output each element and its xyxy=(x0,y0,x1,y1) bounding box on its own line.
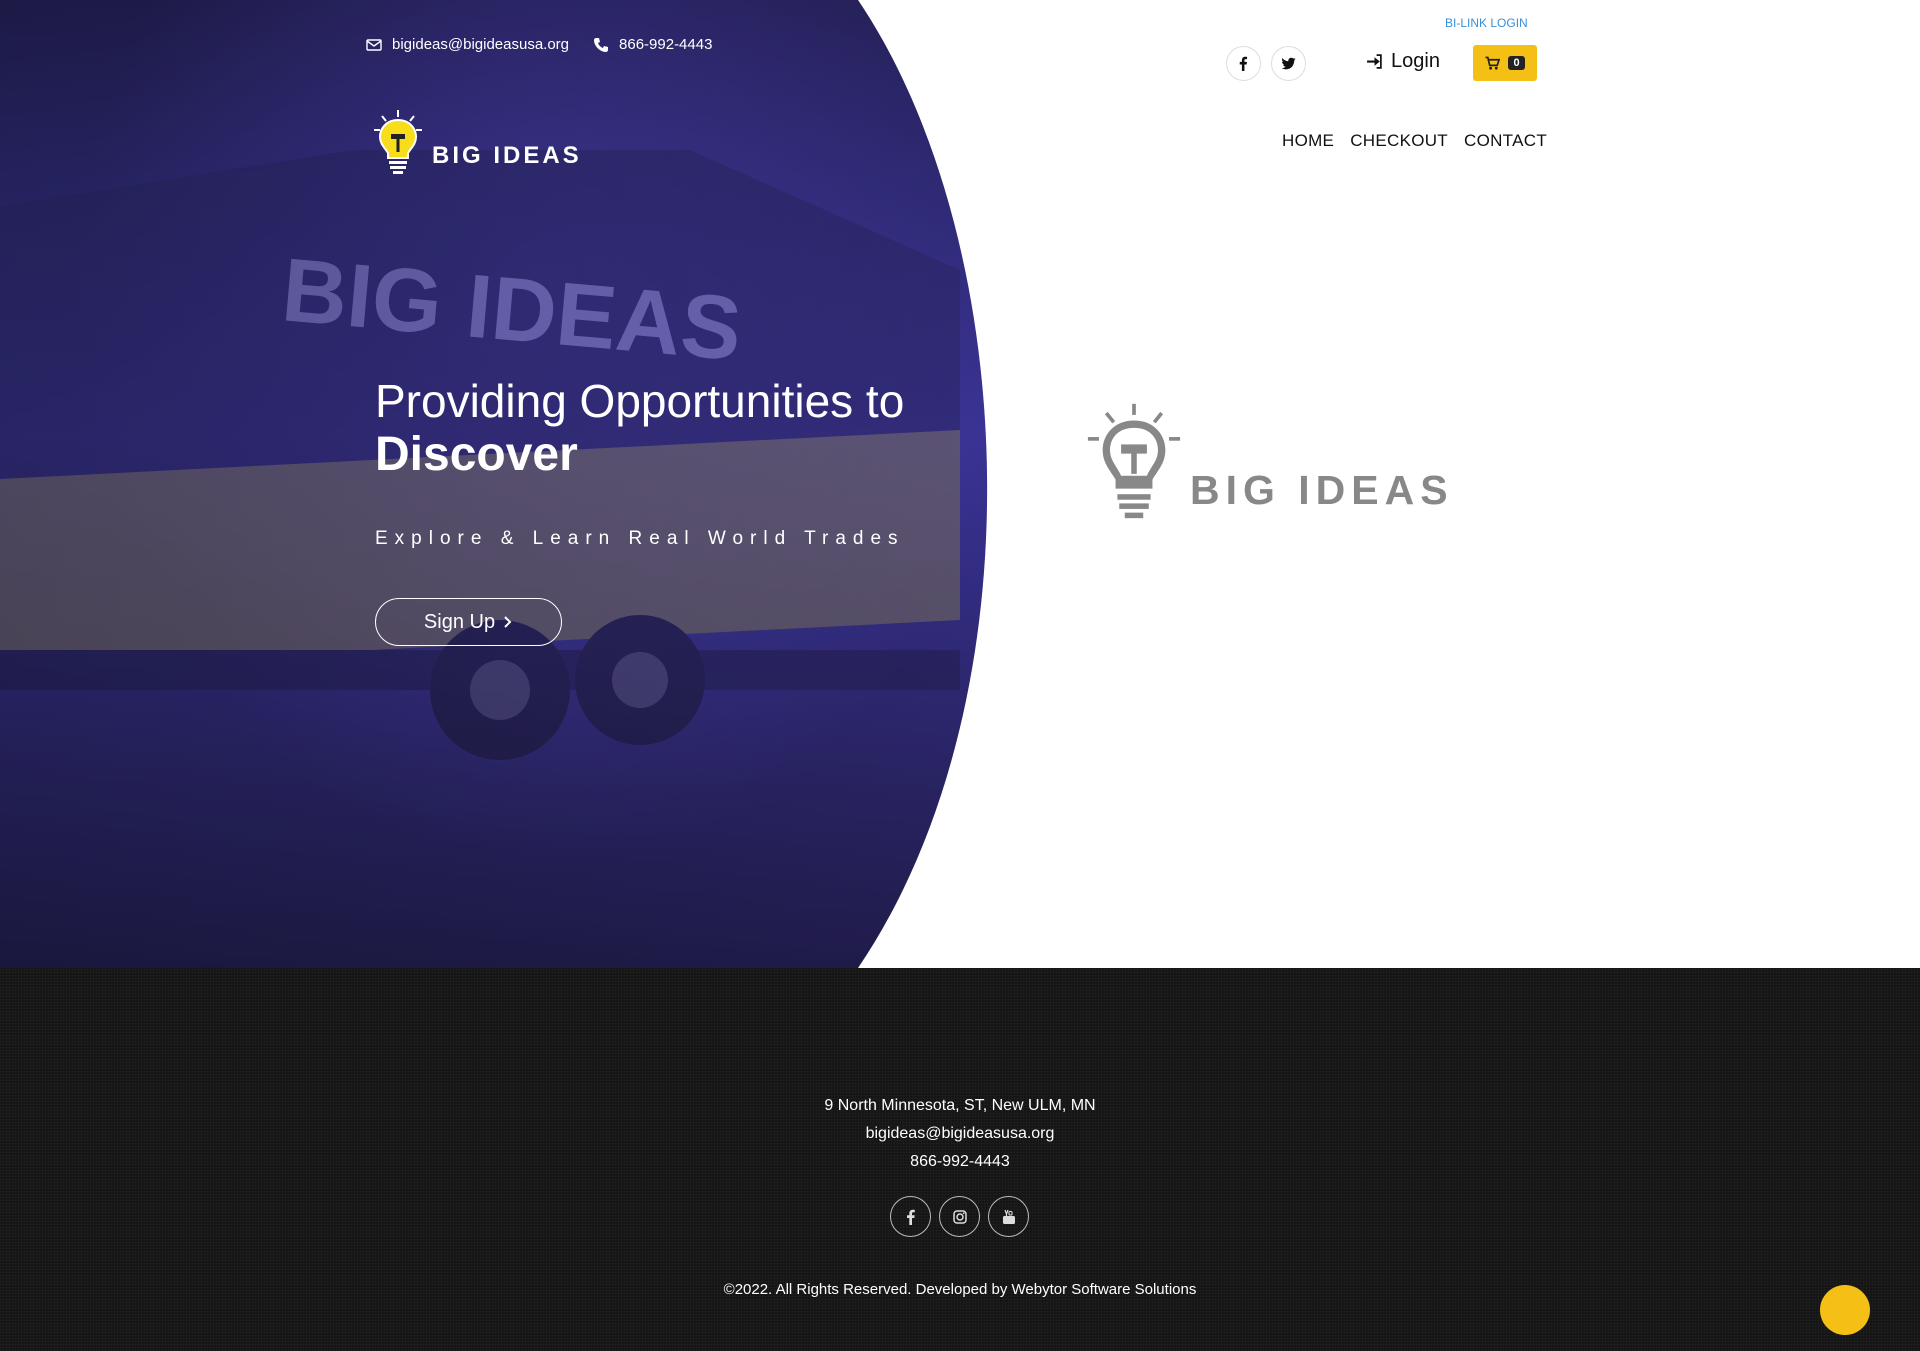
footer-youtube-button[interactable] xyxy=(988,1196,1029,1237)
youtube-icon xyxy=(1002,1209,1015,1224)
center-logo: BIG IDEAS xyxy=(1082,402,1454,520)
center-logo-text: BIG IDEAS xyxy=(1190,467,1454,513)
hero-title: Providing Opportunities to Discover xyxy=(375,374,904,482)
login-label: Login xyxy=(1391,50,1440,72)
hero-tagline: Explore & Learn Real World Trades xyxy=(375,528,905,549)
cart-button[interactable]: 0 xyxy=(1473,45,1537,81)
twitter-icon xyxy=(1281,57,1296,70)
chevron-right-icon xyxy=(504,616,512,628)
footer-instagram-button[interactable] xyxy=(939,1196,980,1237)
copyright-text: ©2022. All Rights Reserved. Developed by… xyxy=(723,1281,1197,1298)
bilink-login-link[interactable]: BI-LINK LOGIN xyxy=(1445,16,1528,30)
cart-count-badge: 0 xyxy=(1508,56,1525,70)
contact-email-text: bigideas@bigideasusa.org xyxy=(392,36,570,53)
footer-facebook-button[interactable] xyxy=(890,1196,931,1237)
facebook-icon xyxy=(1239,56,1248,71)
footer: 9 North Minnesota, ST, New ULM, MN bigid… xyxy=(0,968,1920,1351)
envelope-icon xyxy=(366,38,382,51)
login-link[interactable]: Login xyxy=(1366,50,1440,73)
header-social xyxy=(1226,46,1306,81)
nav-checkout[interactable]: CHECKOUT xyxy=(1350,131,1448,151)
nav-home[interactable]: HOME xyxy=(1282,131,1334,151)
hero-title-line2: Discover xyxy=(375,428,578,481)
contact-email[interactable]: bigideas@bigideasusa.org xyxy=(366,36,569,53)
phone-icon xyxy=(594,37,609,52)
header-logo[interactable]: BIG IDEAS xyxy=(370,108,582,176)
footer-info: 9 North Minnesota, ST, New ULM, MN bigid… xyxy=(0,1092,1920,1176)
hero-section: BIG IDEAS bigideas@bigideasusa.org 866-9… xyxy=(0,0,1920,968)
footer-phone[interactable]: 866-992-4443 xyxy=(0,1148,1920,1176)
footer-email[interactable]: bigideas@bigideasusa.org xyxy=(0,1120,1920,1148)
cart-icon xyxy=(1485,56,1501,70)
logo-text: BIG IDEAS xyxy=(432,142,582,169)
main-nav: HOME CHECKOUT CONTACT xyxy=(1282,131,1547,151)
contact-bar: bigideas@bigideasusa.org 866-992-4443 xyxy=(366,36,712,53)
signup-button[interactable]: Sign Up xyxy=(375,598,562,646)
contact-phone-text: 866-992-4443 xyxy=(619,36,713,53)
contact-phone[interactable]: 866-992-4443 xyxy=(593,36,712,53)
sign-in-icon xyxy=(1367,54,1382,69)
instagram-icon xyxy=(952,1209,967,1224)
signup-label: Sign Up xyxy=(423,610,496,633)
hero-title-line1: Providing Opportunities to xyxy=(375,375,905,427)
footer-address: 9 North Minnesota, ST, New ULM, MN xyxy=(824,1097,1096,1114)
facebook-button[interactable] xyxy=(1226,46,1261,81)
footer-social xyxy=(890,1196,1029,1237)
lightbulb-icon xyxy=(1087,403,1181,519)
twitter-button[interactable] xyxy=(1271,46,1306,81)
scroll-to-top-button[interactable] xyxy=(1820,1285,1870,1335)
facebook-icon xyxy=(906,1209,915,1225)
nav-contact[interactable]: CONTACT xyxy=(1464,131,1547,151)
lightbulb-icon xyxy=(374,110,422,174)
